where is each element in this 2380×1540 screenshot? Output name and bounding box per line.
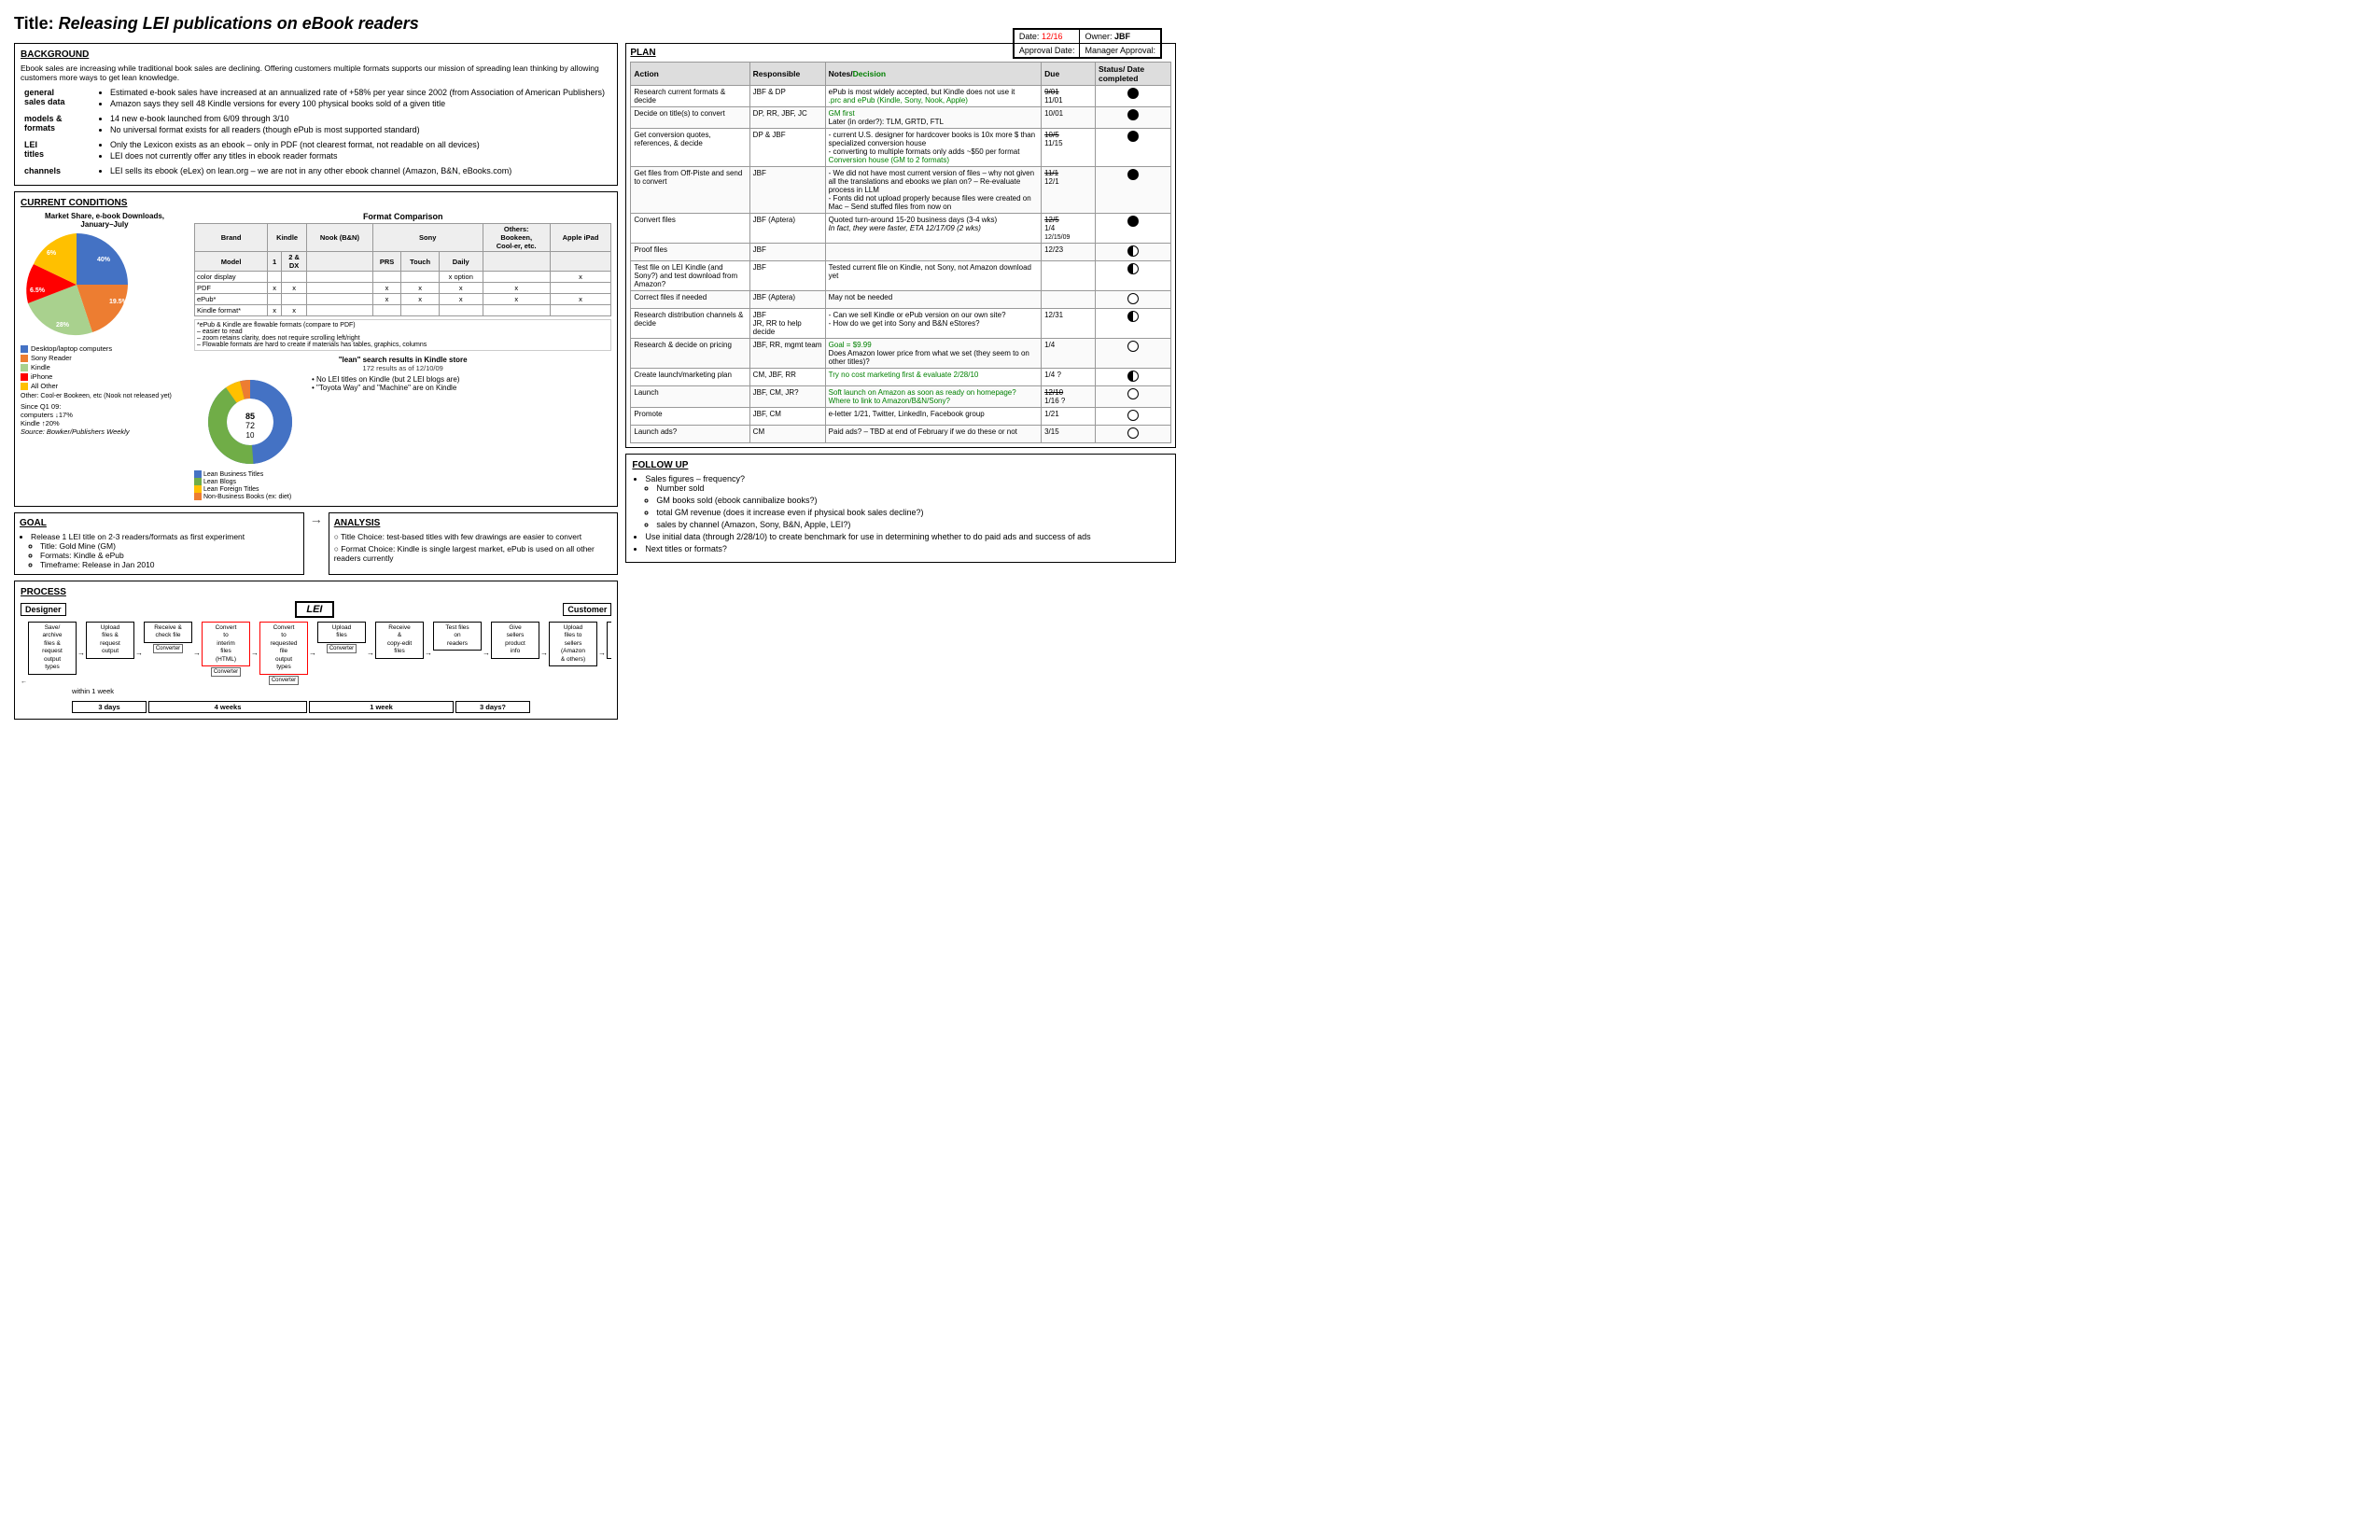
plan-row-13: Promote JBF, CM e-letter 1/21, Twitter, … <box>631 408 1171 426</box>
process-section: PROCESS Designer LEI Customer ← Save <box>14 581 618 720</box>
format-note: *ePub & Kindle are flowable formats (com… <box>194 319 611 351</box>
plan-section: PLAN Action Responsible Notes/Decision D… <box>625 43 1176 448</box>
plan-row-6: Proof files JBF 12/23 <box>631 244 1171 261</box>
svg-text:40%: 40% <box>97 257 111 263</box>
goal-analysis-arrow: → <box>310 512 323 575</box>
search-notes: • No LEI titles on Kindle (but 2 LEI blo… <box>312 375 459 392</box>
svg-text:85: 85 <box>245 412 255 421</box>
step-upload: Uploadfiles &requestoutput <box>86 622 134 659</box>
svg-text:28%: 28% <box>56 322 70 329</box>
plan-row-14: Launch ads? CM Paid ads? – TBD at end of… <box>631 426 1171 443</box>
analysis-section: ANALYSIS ○ Title Choice: test-based titl… <box>329 512 619 575</box>
bg-row-models: models &formats 14 new e-book launched f… <box>21 112 611 138</box>
format-table-area: Format Comparison Brand Kindle Nook (B&N… <box>194 212 611 500</box>
svg-text:19.5%: 19.5% <box>109 299 129 305</box>
step-upload-files: Uploadfiles Converter <box>317 622 366 653</box>
plan-row-10: Research & decide on pricing JBF, RR, mg… <box>631 339 1171 369</box>
format-row-color: color display x option x <box>195 272 611 283</box>
customer-label: Customer <box>563 603 611 616</box>
format-row-pdf: PDF x x x x x x <box>195 283 611 294</box>
background-table: generalsales data Estimated e-book sales… <box>21 86 611 179</box>
format-row-kindle: Kindle format* x x <box>195 305 611 316</box>
plan-row-7: Test file on LEI Kindle (and Sony?) and … <box>631 261 1171 291</box>
format-table: Brand Kindle Nook (B&N) Sony Others:Book… <box>194 223 611 316</box>
step-receive-copy: Receive&copy-editfiles <box>375 622 424 659</box>
cc-title: CURRENT CONDITIONS <box>21 198 611 208</box>
within-week-label: within 1 week <box>72 687 611 695</box>
plan-row-1: Research current formats & decide JBF & … <box>631 86 1171 107</box>
svg-text:6%: 6% <box>47 250 57 257</box>
bg-row-general: generalsales data Estimated e-book sales… <box>21 86 611 112</box>
process-flow: ← Save/archivefiles &requestoutputtypes … <box>21 622 611 685</box>
plan-table: Action Responsible Notes/Decision Due St… <box>630 62 1171 443</box>
kindle-search-area: "lean" search results in Kindle store 17… <box>194 356 611 500</box>
format-row-epub: ePub* x x x x x <box>195 294 611 305</box>
svg-text:72: 72 <box>245 421 255 430</box>
flow-steps-row: Save/archivefiles &requestoutputtypes → … <box>28 622 611 685</box>
plan-row-12: Launch JBF, CM, JR? Soft launch on Amazo… <box>631 386 1171 408</box>
timing-row: 3 days 4 weeks 1 week 3 days? <box>21 701 611 713</box>
plan-row-8: Correct files if needed JBF (Aptera) May… <box>631 291 1171 309</box>
step-webpage: Itemwebpagemadeactive <box>607 622 611 659</box>
pie-chart-area: Market Share, e-book Downloads,January–J… <box>21 212 189 500</box>
followup-section: FOLLOW UP Sales figures – frequency? Num… <box>625 454 1176 563</box>
plan-row-4: Get files from Off-Piste and send to con… <box>631 167 1171 214</box>
step-save: Save/archivefiles &requestoutputtypes <box>28 622 77 675</box>
designer-label: Designer <box>21 603 66 616</box>
step-convert-requested: Converttorequestedfileoutputtypes Conver… <box>259 622 308 685</box>
plan-row-11: Create launch/marketing plan CM, JBF, RR… <box>631 369 1171 386</box>
goal-analysis-row: GOAL Release 1 LEI title on 2-3 readers/… <box>14 512 618 575</box>
step-give-sellers: Givesellersproductinfo <box>491 622 539 659</box>
pie-chart-svg: 40% 19.5% 28% 6.5% 6% <box>21 229 133 341</box>
background-title: BACKGROUND <box>21 49 611 60</box>
step-test-readers: Test filesonreaders <box>433 622 482 651</box>
background-intro: Ebook sales are increasing while traditi… <box>21 63 611 82</box>
step-convert-interim: Converttointerimfiles(HTML) Converter <box>202 622 250 677</box>
page-title: Title: Releasing LEI publications on eBo… <box>14 14 1176 34</box>
bg-row-channels: channels LEI sells its ebook (eLex) on l… <box>21 164 611 179</box>
bg-row-lei: LEItitles Only the Lexicon exists as an … <box>21 138 611 164</box>
svg-text:10: 10 <box>246 431 255 440</box>
plan-row-5: Convert files JBF (Aptera) Quoted turn-a… <box>631 214 1171 244</box>
donut-chart: 85 72 10 Lean Business Titles Lean Blogs… <box>194 375 306 500</box>
svg-text:6.5%: 6.5% <box>30 287 46 294</box>
background-section: BACKGROUND Ebook sales are increasing wh… <box>14 43 618 186</box>
metadata-box: Date: 12/16 Owner: JBF Approval Date: Ma… <box>1013 28 1162 59</box>
plan-row-3: Get conversion quotes, references, & dec… <box>631 129 1171 167</box>
step-receive-check: Receive &check file Converter <box>144 622 192 653</box>
plan-row-9: Research distribution channels & decide … <box>631 309 1171 339</box>
lei-label: LEI <box>295 601 333 618</box>
plan-row-2: Decide on title(s) to convert DP, RR, JB… <box>631 107 1171 129</box>
current-conditions-section: CURRENT CONDITIONS Market Share, e-book … <box>14 191 618 507</box>
goal-section: GOAL Release 1 LEI title on 2-3 readers/… <box>14 512 304 575</box>
step-upload-sellers: Uploadfiles tosellers(Amazon& others) <box>549 622 597 666</box>
